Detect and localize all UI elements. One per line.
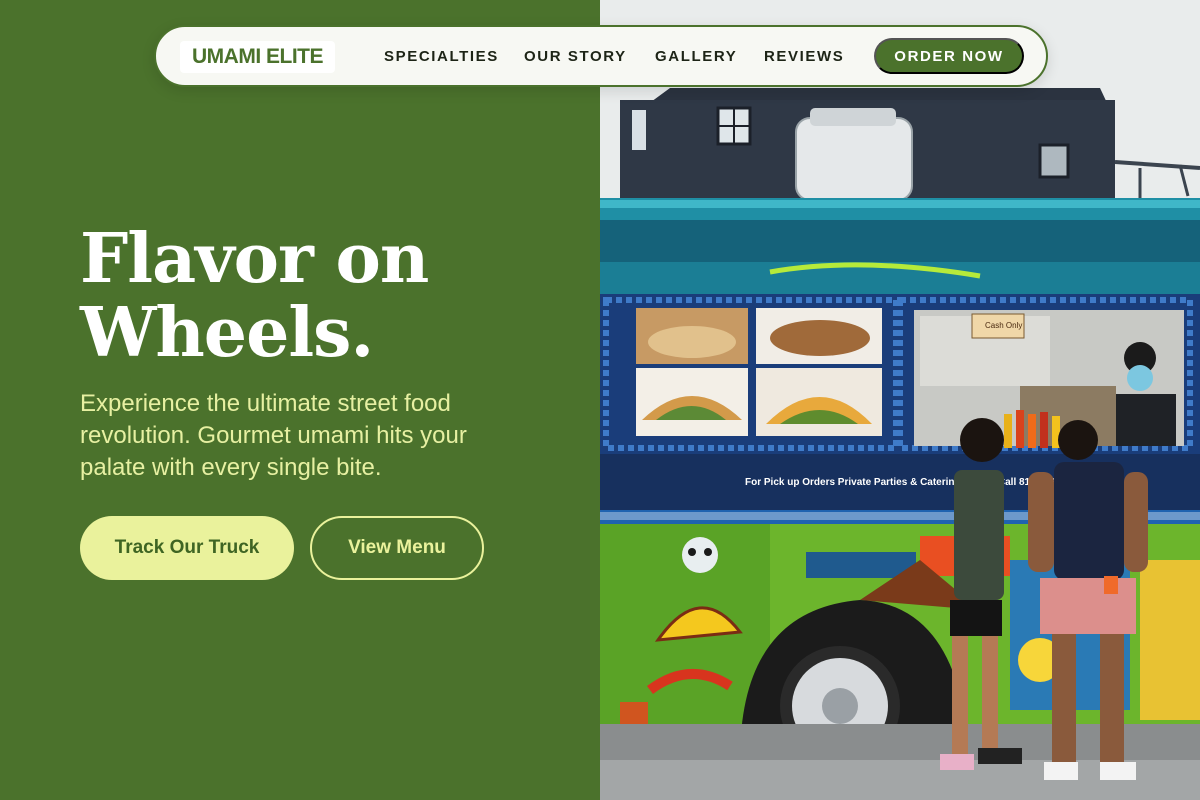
- nav-link-gallery[interactable]: GALLERY: [655, 47, 737, 67]
- truck-sign-text: For Pick up Orders Private Parties & Cat…: [745, 477, 1061, 488]
- nav-link-specialties[interactable]: SPECIALTIES: [384, 47, 499, 67]
- nav-link-reviews[interactable]: REVIEWS: [764, 47, 844, 67]
- view-menu-button[interactable]: View Menu: [310, 516, 484, 580]
- track-truck-button[interactable]: Track Our Truck: [80, 516, 294, 580]
- brand-logo[interactable]: UMAMI ELITE: [180, 41, 335, 73]
- hero-title-line-1: Flavor on: [80, 219, 429, 299]
- nav-link-our-story[interactable]: OUR STORY: [524, 47, 627, 67]
- food-truck-photo: For Pick up Orders Private Parties & Cat…: [600, 0, 1200, 800]
- order-now-button[interactable]: ORDER NOW: [874, 38, 1024, 74]
- hero-title: Flavor on Wheels.: [80, 222, 540, 370]
- hero-panel: Flavor on Wheels. Experience the ultimat…: [0, 0, 600, 800]
- hero-title-line-2: Wheels.: [80, 293, 374, 373]
- cash-only-sign: Cash Only: [985, 321, 1022, 330]
- top-navbar: UMAMI ELITE SPECIALTIES OUR STORY GALLER…: [154, 25, 1048, 87]
- hero-subtitle: Experience the ultimate street food revo…: [80, 390, 467, 481]
